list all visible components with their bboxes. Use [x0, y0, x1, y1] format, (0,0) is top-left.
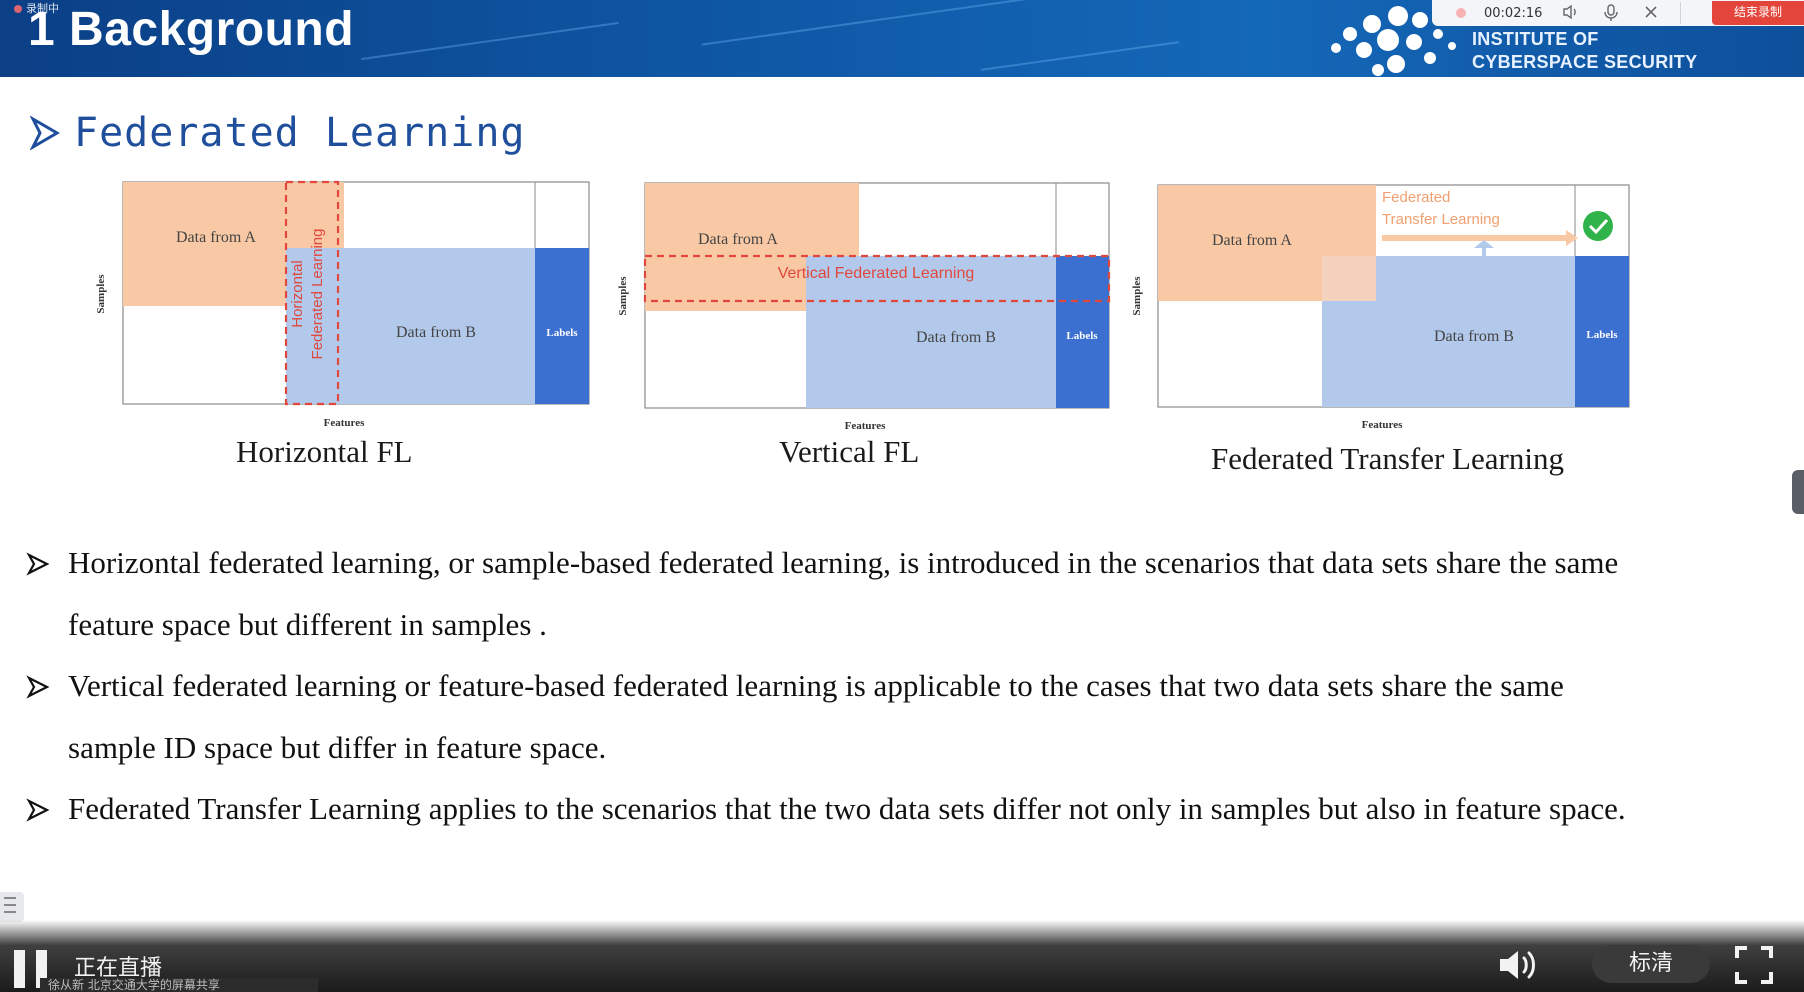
data-b-label: Data from B — [1434, 328, 1514, 345]
samples-axis-label: Samples — [1131, 276, 1143, 316]
volume-icon[interactable] — [1496, 946, 1542, 984]
horizontal-fl-caption: Horizontal FL — [236, 434, 413, 469]
fullscreen-icon[interactable] — [1734, 945, 1774, 985]
section-heading-text: Federated Learning — [74, 110, 526, 156]
screen-share-ticker: 徐从新 北京交通大学的屏幕共享 — [40, 978, 318, 992]
recording-dot-icon — [14, 5, 22, 13]
data-a-label: Data from A — [1212, 232, 1292, 249]
features-axis-label: Features — [1362, 419, 1403, 431]
bullet-line: sample ID space but differ in feature sp… — [68, 730, 607, 765]
labels-block — [535, 248, 589, 404]
close-icon[interactable] — [1640, 4, 1662, 22]
federated-transfer-learning-caption: Federated Transfer Learning — [1211, 441, 1564, 476]
data-a-label: Data from A — [176, 229, 256, 246]
labels-label: Labels — [1586, 329, 1618, 341]
horizontal-fl-diagram: Data from A Data from B Labels Horizonta… — [95, 180, 590, 429]
check-icon — [1583, 211, 1613, 241]
arrow-bullet-icon — [26, 552, 50, 576]
bullet-text: Horizontal federated learning, or sample… — [68, 532, 1618, 656]
bullet-line: Horizontal federated learning, or sample… — [68, 545, 1619, 580]
ftl-label-line-1: Federated — [1382, 189, 1450, 206]
mic-icon[interactable] — [1600, 4, 1622, 22]
ftl-label-line-2: Transfer Learning — [1382, 211, 1500, 228]
arrow-bullet-icon — [26, 798, 50, 822]
overlap-label-line-1: Horizontal — [289, 260, 306, 328]
bullet-line: Federated Transfer Learning applies to t… — [68, 791, 1626, 826]
features-axis-label: Features — [845, 420, 886, 432]
data-b-label: Data from B — [916, 329, 996, 346]
slide-title: 1 Background — [28, 3, 355, 56]
arrow-bullet-icon — [26, 675, 50, 699]
overlap-label-line-2: Federated Learning — [309, 229, 326, 360]
institute-line-1: INSTITUTE OF — [1472, 29, 1599, 49]
labels-label: Labels — [1066, 330, 1098, 342]
labels-label: Labels — [546, 327, 578, 339]
bullet-text: Federated Transfer Learning applies to t… — [68, 778, 1626, 840]
federated-transfer-learning-diagram: Federated Transfer Learning Data from A … — [1131, 184, 1630, 431]
quality-selector-button[interactable]: 标清 — [1592, 945, 1710, 983]
overlap-region — [1322, 256, 1376, 301]
bullet-line: Vertical federated learning or feature-b… — [68, 668, 1564, 703]
arrow-bullet-icon — [30, 116, 60, 150]
vertical-fl-caption: Vertical FL — [779, 434, 920, 469]
section-heading: Federated Learning — [30, 110, 525, 156]
toolbar-divider — [1680, 2, 1682, 24]
speaker-icon[interactable] — [1560, 4, 1582, 22]
side-panel-toggle[interactable] — [1792, 470, 1804, 514]
banner-streak — [701, 0, 1039, 46]
institute-name: INSTITUTE OF CYBERSPACE SECURITY — [1472, 28, 1697, 74]
recording-indicator-icon — [1456, 8, 1466, 18]
bullet-line: feature space but different in samples . — [68, 607, 547, 642]
samples-axis-label: Samples — [617, 276, 629, 316]
data-a-label: Data from A — [698, 231, 778, 248]
banner-streak — [361, 21, 619, 61]
samples-axis-label: Samples — [95, 274, 107, 314]
overlap-label: Vertical Federated Learning — [778, 265, 975, 282]
end-recording-button[interactable]: 结束录制 — [1712, 1, 1804, 25]
banner-streak — [980, 41, 1180, 71]
list-menu-icon[interactable] — [0, 892, 24, 922]
data-b-label: Data from B — [396, 324, 476, 341]
recording-elapsed-time: 00:02:16 — [1484, 5, 1543, 21]
recording-toolbar: 00:02:16 结束录制 — [1432, 0, 1804, 26]
institute-line-2: CYBERSPACE SECURITY — [1472, 52, 1698, 72]
transfer-arrow-shaft — [1382, 235, 1568, 241]
bullet-text: Vertical federated learning or feature-b… — [68, 655, 1564, 779]
features-axis-label: Features — [324, 417, 365, 429]
vertical-fl-diagram: Data from A Vertical Federated Learning … — [617, 182, 1111, 432]
